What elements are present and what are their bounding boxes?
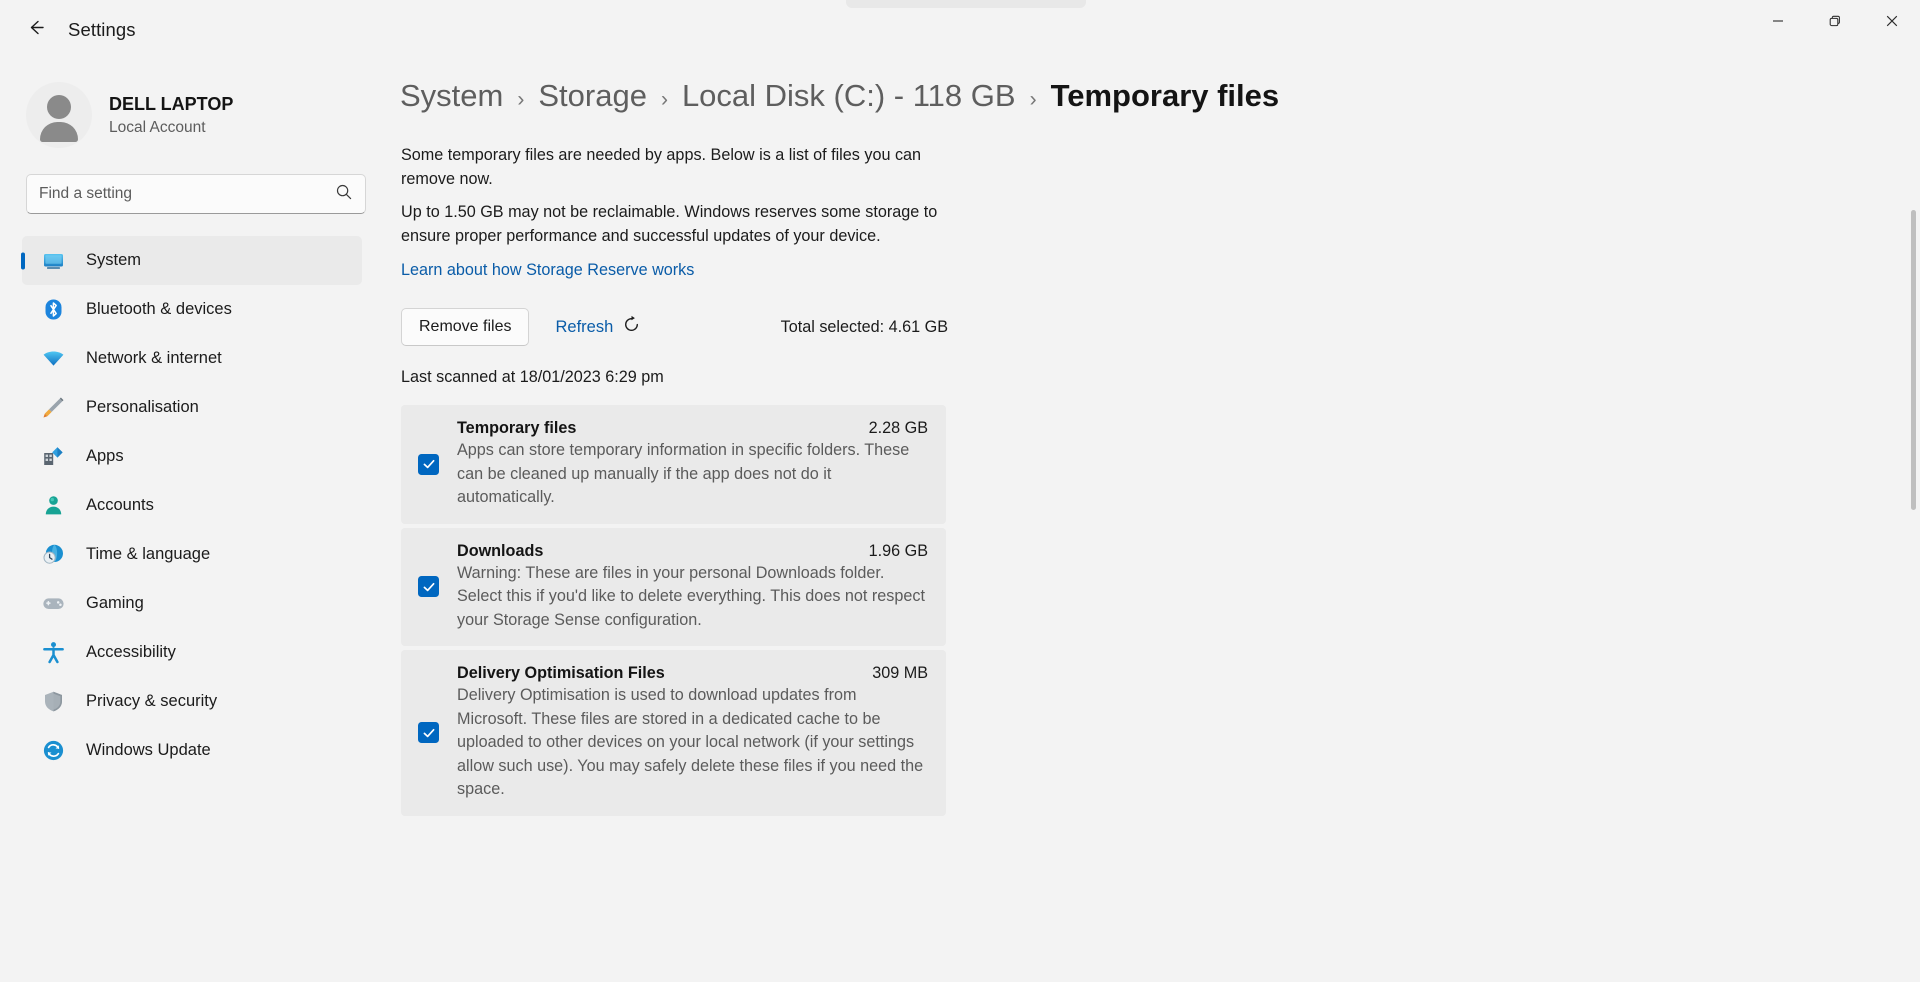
file-size: 309 MB xyxy=(872,664,928,683)
window-drag-tab[interactable] xyxy=(846,0,1086,8)
sidebar-item-personalisation[interactable]: Personalisation xyxy=(22,383,362,432)
gamepad-icon xyxy=(40,592,66,616)
breadcrumb: System › Storage › Local Disk (C:) - 118… xyxy=(386,60,1920,114)
account-name: DELL LAPTOP xyxy=(109,93,233,115)
file-list-item[interactable]: Downloads 1.96 GB Warning: These are fil… xyxy=(401,528,946,647)
file-list-item[interactable]: Temporary files 2.28 GB Apps can store t… xyxy=(401,405,946,524)
file-description: Apps can store temporary information in … xyxy=(457,439,928,510)
update-icon xyxy=(40,739,66,763)
sidebar-item-label: System xyxy=(86,251,141,270)
sidebar-item-label: Accounts xyxy=(86,496,154,515)
file-checkbox[interactable] xyxy=(418,454,439,475)
file-title: Temporary files xyxy=(457,419,576,438)
apps-icon xyxy=(40,445,66,469)
main-content: System › Storage › Local Disk (C:) - 118… xyxy=(386,60,1920,982)
breadcrumb-item-current: Temporary files xyxy=(1051,78,1280,114)
sidebar-item-label: Time & language xyxy=(86,545,210,564)
chevron-right-icon: › xyxy=(1016,88,1051,112)
sidebar-item-label: Apps xyxy=(86,447,124,466)
sidebar-item-accounts[interactable]: Accounts xyxy=(22,481,362,530)
file-list-item[interactable]: Delivery Optimisation Files 309 MB Deliv… xyxy=(401,650,946,816)
wifi-icon xyxy=(40,347,66,371)
description-reserve: Up to 1.50 GB may not be reclaimable. Wi… xyxy=(401,201,946,248)
file-size: 1.96 GB xyxy=(869,542,928,561)
sidebar-item-gaming[interactable]: Gaming xyxy=(22,579,362,628)
refresh-button-label: Refresh xyxy=(555,318,613,337)
sidebar-item-label: Privacy & security xyxy=(86,692,217,711)
back-arrow-icon xyxy=(26,17,47,43)
sidebar-item-label: Bluetooth & devices xyxy=(86,300,232,319)
total-selected-label: Total selected: 4.61 GB xyxy=(781,318,948,337)
sidebar-item-bluetooth-devices[interactable]: Bluetooth & devices xyxy=(22,285,362,334)
chevron-right-icon: › xyxy=(503,88,538,112)
storage-reserve-link[interactable]: Learn about how Storage Reserve works xyxy=(401,261,694,280)
file-size: 2.28 GB xyxy=(869,419,928,438)
sidebar-item-label: Accessibility xyxy=(86,643,176,662)
scrollbar-thumb[interactable] xyxy=(1911,210,1916,510)
file-title: Delivery Optimisation Files xyxy=(457,664,665,683)
avatar xyxy=(26,82,92,148)
actions-row: Remove files Refresh Total selected: 4.6… xyxy=(386,280,948,346)
description-primary: Some temporary files are needed by apps.… xyxy=(401,144,946,191)
sidebar-item-apps[interactable]: Apps xyxy=(22,432,362,481)
bluetooth-icon xyxy=(40,298,66,322)
paintbrush-icon xyxy=(40,396,66,420)
search-input[interactable] xyxy=(39,185,335,203)
minimize-button[interactable] xyxy=(1749,0,1806,42)
shield-icon xyxy=(40,690,66,714)
sidebar-item-system[interactable]: System xyxy=(22,236,362,285)
search-icon xyxy=(335,183,353,206)
person-icon xyxy=(40,494,66,518)
file-checkbox[interactable] xyxy=(418,576,439,597)
refresh-button[interactable]: Refresh xyxy=(551,309,645,345)
monitor-icon xyxy=(40,249,66,273)
file-checkbox[interactable] xyxy=(418,722,439,743)
sidebar-item-accessibility[interactable]: Accessibility xyxy=(22,628,362,677)
file-list: Temporary files 2.28 GB Apps can store t… xyxy=(386,387,1920,816)
sidebar: DELL LAPTOP Local Account xyxy=(0,60,386,982)
accessibility-icon xyxy=(40,641,66,665)
window-controls xyxy=(1749,0,1920,42)
file-title: Downloads xyxy=(457,542,543,561)
sidebar-item-label: Network & internet xyxy=(86,349,222,368)
back-button[interactable] xyxy=(14,10,58,50)
chevron-right-icon: › xyxy=(647,88,682,112)
sidebar-item-label: Windows Update xyxy=(86,741,211,760)
remove-files-button[interactable]: Remove files xyxy=(401,308,529,346)
sidebar-nav: System Bluetooth & devices Network xyxy=(0,236,386,775)
sidebar-item-label: Personalisation xyxy=(86,398,199,417)
maximize-button[interactable] xyxy=(1806,0,1863,42)
sidebar-item-label: Gaming xyxy=(86,594,144,613)
clock-globe-icon xyxy=(40,543,66,567)
last-scanned-label: Last scanned at 18/01/2023 6:29 pm xyxy=(386,346,1920,387)
app-title: Settings xyxy=(68,19,136,41)
title-bar: Settings xyxy=(0,0,1920,60)
account-card[interactable]: DELL LAPTOP Local Account xyxy=(0,60,386,156)
search-box[interactable] xyxy=(26,174,366,214)
breadcrumb-item-storage[interactable]: Storage xyxy=(538,78,647,114)
description-block: Some temporary files are needed by apps.… xyxy=(386,114,946,280)
breadcrumb-item-system[interactable]: System xyxy=(400,78,503,114)
close-button[interactable] xyxy=(1863,0,1920,42)
file-description: Delivery Optimisation is used to downloa… xyxy=(457,684,928,802)
sidebar-item-windows-update[interactable]: Windows Update xyxy=(22,726,362,775)
sidebar-item-time-language[interactable]: Time & language xyxy=(22,530,362,579)
breadcrumb-item-local-disk[interactable]: Local Disk (C:) - 118 GB xyxy=(682,78,1016,114)
refresh-icon xyxy=(622,315,641,339)
sidebar-item-network-internet[interactable]: Network & internet xyxy=(22,334,362,383)
sidebar-item-privacy-security[interactable]: Privacy & security xyxy=(22,677,362,726)
account-subtitle: Local Account xyxy=(109,117,233,138)
scrollbar-track[interactable] xyxy=(1911,190,1916,960)
file-description: Warning: These are files in your persona… xyxy=(457,562,928,633)
